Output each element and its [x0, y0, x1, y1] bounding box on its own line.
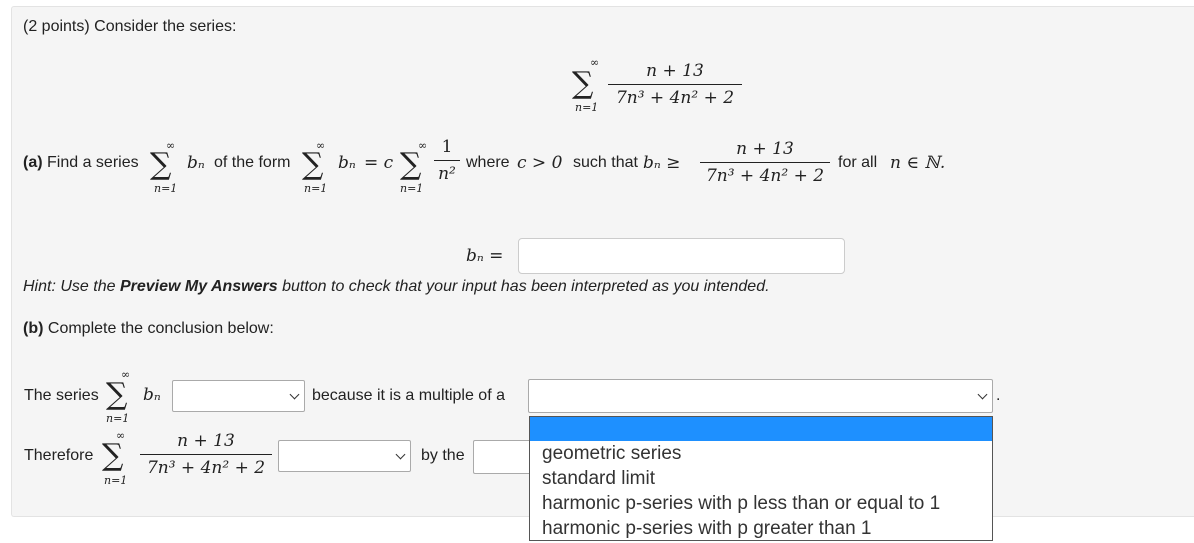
fraction-bar [608, 84, 742, 85]
sigma-symbol: ∑ [572, 66, 594, 101]
fraction-bar [140, 454, 272, 455]
c-condition: c > 0 [517, 153, 563, 173]
chevron-down-icon [395, 449, 406, 460]
fraction-bar [700, 162, 830, 163]
series-numerator: n + 13 [646, 61, 704, 81]
bn-symbol: bₙ [187, 153, 205, 173]
therefore-text: Therefore [24, 447, 94, 464]
problem-title: (2 points) Consider the series: [23, 18, 237, 35]
part-b-intro: (b) Complete the conclusion below: [23, 320, 274, 337]
series-denominator: 7n³ + 4n² + 2 [615, 88, 735, 108]
sum5-lower: n=1 [104, 474, 128, 487]
preview-answers-reference: Preview My Answers [119, 278, 278, 295]
for-all-text: for all [838, 154, 878, 171]
such-that-text: such that [573, 154, 638, 171]
the-series-text: The series [24, 387, 99, 404]
sum3-lower: n=1 [400, 182, 424, 195]
hint-text: Hint: Use the Preview My Answers button … [23, 278, 770, 295]
fraction-numerator: n + 13 [736, 139, 794, 159]
dropdown-option-geometric[interactable]: geometric series [530, 441, 992, 466]
fraction-denominator: 7n³ + 4n² + 2 [146, 458, 266, 478]
bn-symbol: bₙ [338, 153, 356, 173]
chevron-down-icon [977, 389, 988, 400]
bn-ge: bₙ ≥ [643, 153, 681, 173]
test-name-input[interactable] [473, 440, 533, 474]
where-text: where [466, 154, 510, 171]
sigma-symbol: ∑ [106, 377, 128, 412]
series-type-select[interactable] [528, 379, 993, 413]
one-over-n-squared: 1 n² [434, 136, 460, 185]
series-lower-limit: n=1 [575, 101, 599, 114]
period: . [996, 387, 1001, 404]
bn-equals-label: bₙ = [466, 246, 504, 266]
convergence-select-2[interactable] [278, 440, 411, 472]
comparison-fraction: n + 13 7n³ + 4n² + 2 [700, 138, 830, 187]
convergence-select-1[interactable] [172, 380, 305, 412]
dropdown-option-standard-limit[interactable]: standard limit [530, 466, 992, 491]
sum4-lower: n=1 [106, 412, 130, 425]
equals-c: = c [364, 153, 394, 173]
n-in-N: n ∈ ℕ. [890, 153, 946, 173]
bn-symbol: bₙ [143, 385, 161, 405]
dropdown-option-pseries-le-1[interactable]: harmonic p-series with p less than or eq… [530, 491, 992, 516]
series-fraction: n + 13 7n³ + 4n² + 2 [608, 60, 742, 109]
fraction-numerator: 1 [441, 137, 453, 157]
final-fraction: n + 13 7n³ + 4n² + 2 [140, 430, 272, 479]
bn-answer-input[interactable] [518, 238, 845, 274]
part-a-intro: (a) Find a series [23, 154, 139, 171]
dropdown-option-blank[interactable] [530, 417, 992, 441]
by-the-text: by the [421, 447, 465, 464]
part-a-form-text: of the form [214, 154, 291, 171]
sum2-lower: n=1 [304, 182, 328, 195]
fraction-numerator: n + 13 [177, 431, 235, 451]
multiple-of-text: because it is a multiple of a [312, 387, 505, 404]
sigma-symbol: ∑ [150, 147, 172, 182]
sigma-symbol: ∑ [102, 438, 124, 473]
chevron-down-icon [289, 389, 300, 400]
sum1-lower: n=1 [154, 182, 178, 195]
fraction-denominator: 7n³ + 4n² + 2 [705, 166, 825, 186]
series-type-dropdown-list[interactable]: geometric series standard limit harmonic… [529, 416, 993, 541]
sigma-symbol: ∑ [302, 147, 324, 182]
fraction-denominator: n² [438, 164, 456, 184]
fraction-bar [434, 160, 460, 161]
sigma-symbol: ∑ [400, 147, 422, 182]
dropdown-option-pseries-gt-1[interactable]: harmonic p-series with p greater than 1 [530, 516, 992, 541]
